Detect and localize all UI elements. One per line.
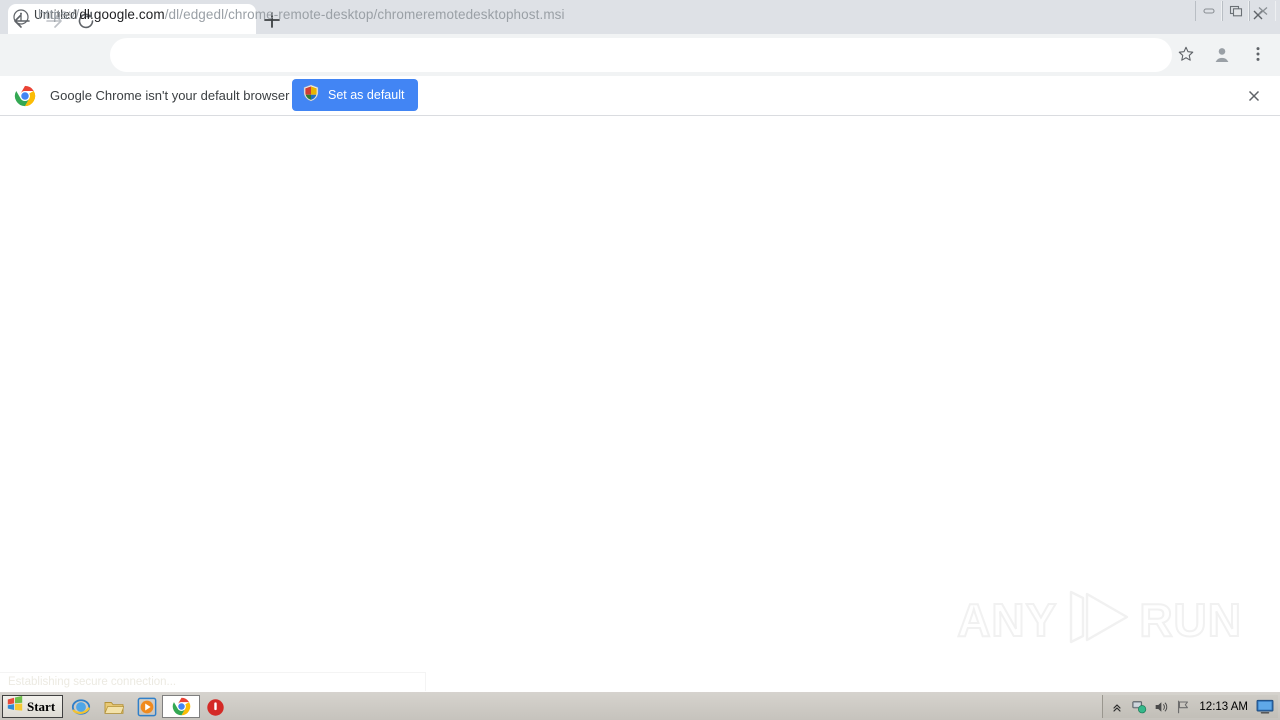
avatar[interactable] <box>1208 40 1236 68</box>
volume-icon[interactable] <box>1153 699 1169 715</box>
window-controls <box>1195 1 1276 21</box>
chevron-up-icon[interactable] <box>1109 699 1125 715</box>
url-path: /dl/edgedl/chrome-remote-desktop/chromer… <box>164 7 565 22</box>
anyrun-watermark: ANY RUN <box>956 586 1242 653</box>
address-bar[interactable] <box>110 38 1172 72</box>
url-host: dl.google.com <box>79 7 165 22</box>
watermark-text-left: ANY <box>956 593 1058 646</box>
watermark-text-right: RUN <box>1138 593 1242 646</box>
close-window-button[interactable] <box>1249 1 1276 21</box>
anyrun-play-logo-icon <box>1061 586 1135 653</box>
windows-explorer-icon[interactable] <box>103 696 125 718</box>
infobar-message: Google Chrome isn't your default browser <box>50 88 290 103</box>
status-text: Establishing secure connection... <box>8 676 177 688</box>
page-content: ANY RUN Establishing secure connection..… <box>0 117 1280 691</box>
set-as-default-label: Set as default <box>328 88 405 102</box>
start-button[interactable]: Start <box>2 695 64 718</box>
star-icon[interactable] <box>1172 40 1200 68</box>
minimize-button[interactable] <box>1195 1 1222 21</box>
three-dot-menu-icon[interactable] <box>1244 40 1272 68</box>
windows-flag-icon <box>6 695 24 718</box>
google-chrome-taskbar-icon[interactable] <box>162 695 200 718</box>
chrome-logo-icon <box>14 85 36 107</box>
windows-shield-icon <box>302 84 320 107</box>
info-circle-icon[interactable] <box>12 8 30 26</box>
clock[interactable]: 12:13 AM <box>1197 701 1250 713</box>
system-tray: 12:13 AM <box>1102 695 1278 718</box>
flag-icon[interactable] <box>1175 699 1191 715</box>
start-label: Start <box>27 698 56 714</box>
browser-window: Untitled https://dl.google.com/dl/edgedl… <box>0 0 1280 720</box>
windows-taskbar: Start 12:13 AM <box>0 691 1280 720</box>
address-bar-url: https://dl.google.com/dl/edgedl/chrome-r… <box>38 7 565 22</box>
stop-app-icon[interactable] <box>204 696 226 718</box>
network-icon[interactable] <box>1131 699 1147 715</box>
media-player-icon[interactable] <box>136 696 158 718</box>
show-desktop-icon[interactable] <box>1256 699 1274 715</box>
set-as-default-button[interactable]: Set as default <box>292 79 419 111</box>
close-infobar-icon[interactable] <box>1244 86 1264 106</box>
url-scheme: https:// <box>38 7 80 22</box>
status-bubble: Establishing secure connection... <box>0 672 426 691</box>
toolbar-actions <box>1172 40 1272 68</box>
internet-explorer-icon[interactable] <box>70 696 92 718</box>
restore-button[interactable] <box>1222 1 1249 21</box>
